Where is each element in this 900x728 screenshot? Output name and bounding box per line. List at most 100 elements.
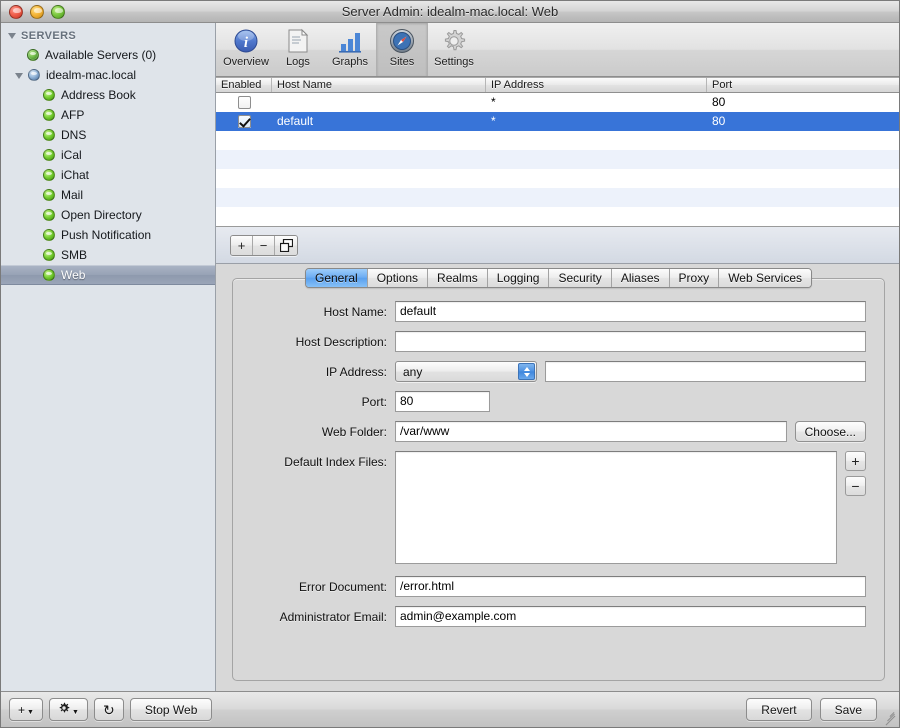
save-button[interactable]: Save <box>819 698 877 721</box>
toolbar-item-overview[interactable]: i Overview <box>220 23 272 76</box>
table-row[interactable]: default * 80 <box>216 112 899 131</box>
add-index-file-button[interactable]: + <box>845 451 866 471</box>
row-enabled-cell[interactable] <box>216 96 272 109</box>
host-description-input[interactable] <box>395 331 866 352</box>
row-port-cell: 80 <box>712 114 726 128</box>
toolbar-item-label: Graphs <box>331 56 369 68</box>
document-icon <box>282 27 314 55</box>
remove-index-file-button[interactable]: − <box>845 476 866 496</box>
web-folder-input[interactable]: /var/www <box>395 421 787 442</box>
sites-table-header: Enabled Host Name IP Address Port <box>216 77 899 93</box>
status-green-dot-icon <box>43 229 55 241</box>
sidebar-item-address-book[interactable]: Address Book <box>1 85 215 105</box>
resize-grip[interactable] <box>883 711 897 726</box>
sidebar-item-open-directory[interactable]: Open Directory <box>1 205 215 225</box>
revert-button[interactable]: Revert <box>746 698 812 721</box>
enabled-checkbox[interactable] <box>237 115 251 128</box>
toolbar-item-graphs[interactable]: Graphs <box>324 23 376 76</box>
choose-web-folder-button[interactable]: Choose... <box>794 421 866 442</box>
administrator-email-label: Administrator Email: <box>279 609 387 624</box>
tab-logging[interactable]: Logging <box>487 269 550 287</box>
segmented-control: + − <box>230 234 298 256</box>
tab-security[interactable]: Security <box>549 269 612 287</box>
sidebar-item-label: Available Servers (0) <box>45 48 157 62</box>
error-document-input[interactable]: /error.html <box>395 576 866 597</box>
column-header-host-name[interactable]: Host Name <box>272 78 486 92</box>
plus-icon: + <box>18 702 26 717</box>
row-enabled-cell[interactable] <box>216 115 272 128</box>
sidebar-item-label: SMB <box>61 248 88 262</box>
host-description-label: Host Description: <box>295 334 387 349</box>
refresh-button[interactable]: ↻ <box>93 698 124 721</box>
sidebar-item-label: DNS <box>61 128 87 142</box>
tab-proxy[interactable]: Proxy <box>669 269 720 287</box>
toolbar-item-sites[interactable]: Sites <box>376 23 428 76</box>
sidebar-item-ical[interactable]: iCal <box>1 145 215 165</box>
sidebar-item-ichat[interactable]: iChat <box>1 165 215 185</box>
tab-web-services[interactable]: Web Services <box>719 269 811 287</box>
sidebar-item-smb[interactable]: SMB <box>1 245 215 265</box>
table-empty-row <box>216 131 899 150</box>
sidebar-item-available-servers[interactable]: Available Servers (0) <box>1 45 215 65</box>
field-ip-address: IP Address: any <box>251 361 866 382</box>
table-empty-row <box>216 169 899 188</box>
sidebar-item-idealm-mac-local[interactable]: idealm-mac.local <box>1 65 215 85</box>
stop-service-button[interactable]: Stop Web <box>129 698 213 721</box>
bar-chart-icon <box>334 27 366 55</box>
toolbar-item-logs[interactable]: Logs <box>272 23 324 76</box>
sidebar-group-servers: SERVERS <box>1 27 215 45</box>
sidebar-item-label: Address Book <box>61 88 136 102</box>
add-server-button[interactable]: + ▼ <box>9 698 43 721</box>
chevron-down-icon[interactable] <box>8 33 16 39</box>
chevron-down-icon[interactable] <box>15 73 23 79</box>
table-empty-row <box>216 150 899 169</box>
window-title: Server Admin: idealm-mac.local: Web <box>341 4 559 19</box>
administrator-email-input[interactable]: admin@example.com <box>395 606 866 627</box>
tab-box: General Options Realms Logging Security … <box>232 268 885 681</box>
table-row[interactable]: * 80 <box>216 93 899 112</box>
sidebar-item-mail[interactable]: Mail <box>1 185 215 205</box>
add-site-button[interactable]: + <box>231 235 253 255</box>
server-admin-window: Server Admin: idealm-mac.local: Web SERV… <box>0 0 900 728</box>
globe-green-icon <box>27 49 39 61</box>
toolbar-item-settings[interactable]: Settings <box>428 23 480 76</box>
action-menu-button[interactable]: ▼ <box>48 698 88 721</box>
column-header-port[interactable]: Port <box>707 78 899 92</box>
row-host-name-cell: default <box>277 114 314 128</box>
sidebar-item-web[interactable]: Web <box>1 265 215 285</box>
toolbar-item-label: Overview <box>223 56 269 68</box>
default-index-files-label: Default Index Files: <box>284 455 387 469</box>
field-port: Port: 80 <box>251 391 866 412</box>
ip-address-custom-input[interactable] <box>545 361 866 382</box>
tab-options[interactable]: Options <box>367 269 429 287</box>
duplicate-icon[interactable] <box>275 235 297 255</box>
close-button[interactable] <box>9 5 23 19</box>
tab-aliases[interactable]: Aliases <box>611 269 670 287</box>
zoom-button[interactable] <box>51 5 65 19</box>
tab-general[interactable]: General <box>305 269 368 287</box>
status-green-dot-icon <box>43 109 55 121</box>
gear-icon <box>438 27 470 55</box>
sidebar-item-push-notification[interactable]: Push Notification <box>1 225 215 245</box>
gear-icon <box>58 702 70 717</box>
column-header-enabled[interactable]: Enabled <box>216 78 272 92</box>
column-header-ip-address[interactable]: IP Address <box>486 78 707 92</box>
minimize-button[interactable] <box>30 5 44 19</box>
ip-address-select[interactable]: any <box>395 361 537 382</box>
sidebar-item-label: Mail <box>61 188 84 202</box>
ip-address-selected-value: any <box>403 364 423 379</box>
enabled-checkbox[interactable] <box>237 96 251 109</box>
chevron-updown-icon[interactable] <box>518 363 535 380</box>
row-port-cell: 80 <box>712 95 726 109</box>
tab-realms[interactable]: Realms <box>428 269 488 287</box>
remove-site-button[interactable]: − <box>253 235 275 255</box>
sidebar-item-dns[interactable]: DNS <box>1 125 215 145</box>
port-input[interactable]: 80 <box>395 391 490 412</box>
field-host-name: Host Name: default <box>251 301 866 322</box>
status-green-dot-icon <box>43 169 55 181</box>
sidebar-item-label: Push Notification <box>61 228 152 242</box>
sidebar-item-afp[interactable]: AFP <box>1 105 215 125</box>
compass-icon <box>386 27 418 55</box>
default-index-files-list[interactable] <box>395 451 837 564</box>
host-name-input[interactable]: default <box>395 301 866 322</box>
